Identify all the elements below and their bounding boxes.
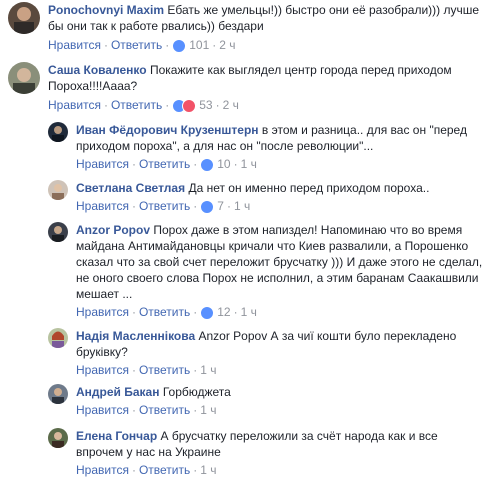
like-button[interactable]: Нравится <box>76 403 129 417</box>
reply-actions: Нравится · Ответить · 1 ч <box>76 463 217 477</box>
reply-actions: Нравится · Ответить · 7 · 1 ч <box>76 199 251 214</box>
reactions[interactable] <box>172 38 187 53</box>
like-reaction-icon <box>200 199 215 214</box>
reactions[interactable] <box>200 305 215 320</box>
reaction-count[interactable]: 7 <box>217 199 224 213</box>
avatar[interactable] <box>48 428 68 448</box>
reaction-count[interactable]: 12 <box>217 305 230 319</box>
reply-button[interactable]: Ответить <box>139 305 190 319</box>
reply-text: Иван Фёдорович Крузенштерн в этом и разн… <box>76 123 471 153</box>
reply-button[interactable]: Ответить <box>139 363 190 377</box>
reactions[interactable] <box>172 98 197 113</box>
like-button[interactable]: Нравится <box>76 199 129 213</box>
timestamp[interactable]: 2 ч <box>219 38 235 52</box>
reply-author[interactable]: Anzor Popov <box>76 223 150 237</box>
timestamp[interactable]: 1 ч <box>200 463 216 477</box>
comment-author[interactable]: Ponochovnyi Maxim <box>48 3 164 17</box>
reaction-count[interactable]: 53 <box>199 98 212 112</box>
like-button[interactable]: Нравится <box>76 157 129 171</box>
like-reaction-icon <box>200 305 215 320</box>
timestamp[interactable]: 1 ч <box>241 305 257 319</box>
reply-button[interactable]: Ответить <box>111 98 162 112</box>
reply-text: Надія Масленнікова Anzor Popov А за чиї … <box>76 329 460 359</box>
reply-text: Anzor Popov Порох даже в этом напиздел! … <box>76 223 486 301</box>
love-reaction-icon <box>182 98 197 113</box>
avatar[interactable] <box>48 122 68 142</box>
reply-text: Елена Гончар А брусчатку переложили за с… <box>76 429 442 459</box>
avatar[interactable] <box>8 62 40 94</box>
reply-author[interactable]: Андрей Бакан <box>76 385 159 399</box>
like-button[interactable]: Нравится <box>76 363 129 377</box>
reply-actions: Нравится · Ответить · 1 ч <box>76 403 217 417</box>
timestamp[interactable]: 1 ч <box>234 199 250 213</box>
timestamp[interactable]: 1 ч <box>200 363 216 377</box>
like-button[interactable]: Нравится <box>76 463 129 477</box>
comment-text: Ponochovnyi Maxim Ебать же умельцы!)) бы… <box>48 3 483 33</box>
timestamp[interactable]: 2 ч <box>223 98 239 112</box>
reply-author[interactable]: Светлана Светлая <box>76 181 185 195</box>
comment-text: Саша Коваленко Покажите как выглядел цен… <box>48 63 455 93</box>
comment-actions: Нравится · Ответить · 53 · 2 ч <box>48 98 239 113</box>
reply-button[interactable]: Ответить <box>139 403 190 417</box>
reply-button[interactable]: Ответить <box>111 38 162 52</box>
avatar[interactable] <box>48 222 68 242</box>
avatar[interactable] <box>48 384 68 404</box>
like-reaction-icon <box>172 38 187 53</box>
reply-actions: Нравится · Ответить · 10 · 1 ч <box>76 157 257 172</box>
reply-text: Андрей Бакан Горбюджета <box>76 385 231 399</box>
reply-button[interactable]: Ответить <box>139 157 190 171</box>
reaction-count[interactable]: 10 <box>217 157 230 171</box>
like-button[interactable]: Нравится <box>48 98 101 112</box>
reply-button[interactable]: Ответить <box>139 463 190 477</box>
avatar[interactable] <box>48 180 68 200</box>
comment-author[interactable]: Саша Коваленко <box>48 63 147 77</box>
timestamp[interactable]: 1 ч <box>241 157 257 171</box>
comment-actions: Нравится · Ответить · 101 · 2 ч <box>48 38 236 53</box>
reply-actions: Нравится · Ответить · 1 ч <box>76 363 217 377</box>
like-button[interactable]: Нравится <box>48 38 101 52</box>
reaction-count[interactable]: 101 <box>189 38 209 52</box>
avatar[interactable] <box>8 2 40 34</box>
reply-button[interactable]: Ответить <box>139 199 190 213</box>
avatar[interactable] <box>48 328 68 348</box>
reply-actions: Нравится · Ответить · 12 · 1 ч <box>76 305 257 320</box>
timestamp[interactable]: 1 ч <box>200 403 216 417</box>
reply-author[interactable]: Елена Гончар <box>76 429 157 443</box>
reply-text: Светлана Светлая Да нет он именно перед … <box>76 181 430 195</box>
like-button[interactable]: Нравится <box>76 305 129 319</box>
reactions[interactable] <box>200 157 215 172</box>
reactions[interactable] <box>200 199 215 214</box>
reply-author[interactable]: Надія Масленнікова <box>76 329 195 343</box>
reply-author[interactable]: Иван Фёдорович Крузенштерн <box>76 123 259 137</box>
like-reaction-icon <box>200 157 215 172</box>
